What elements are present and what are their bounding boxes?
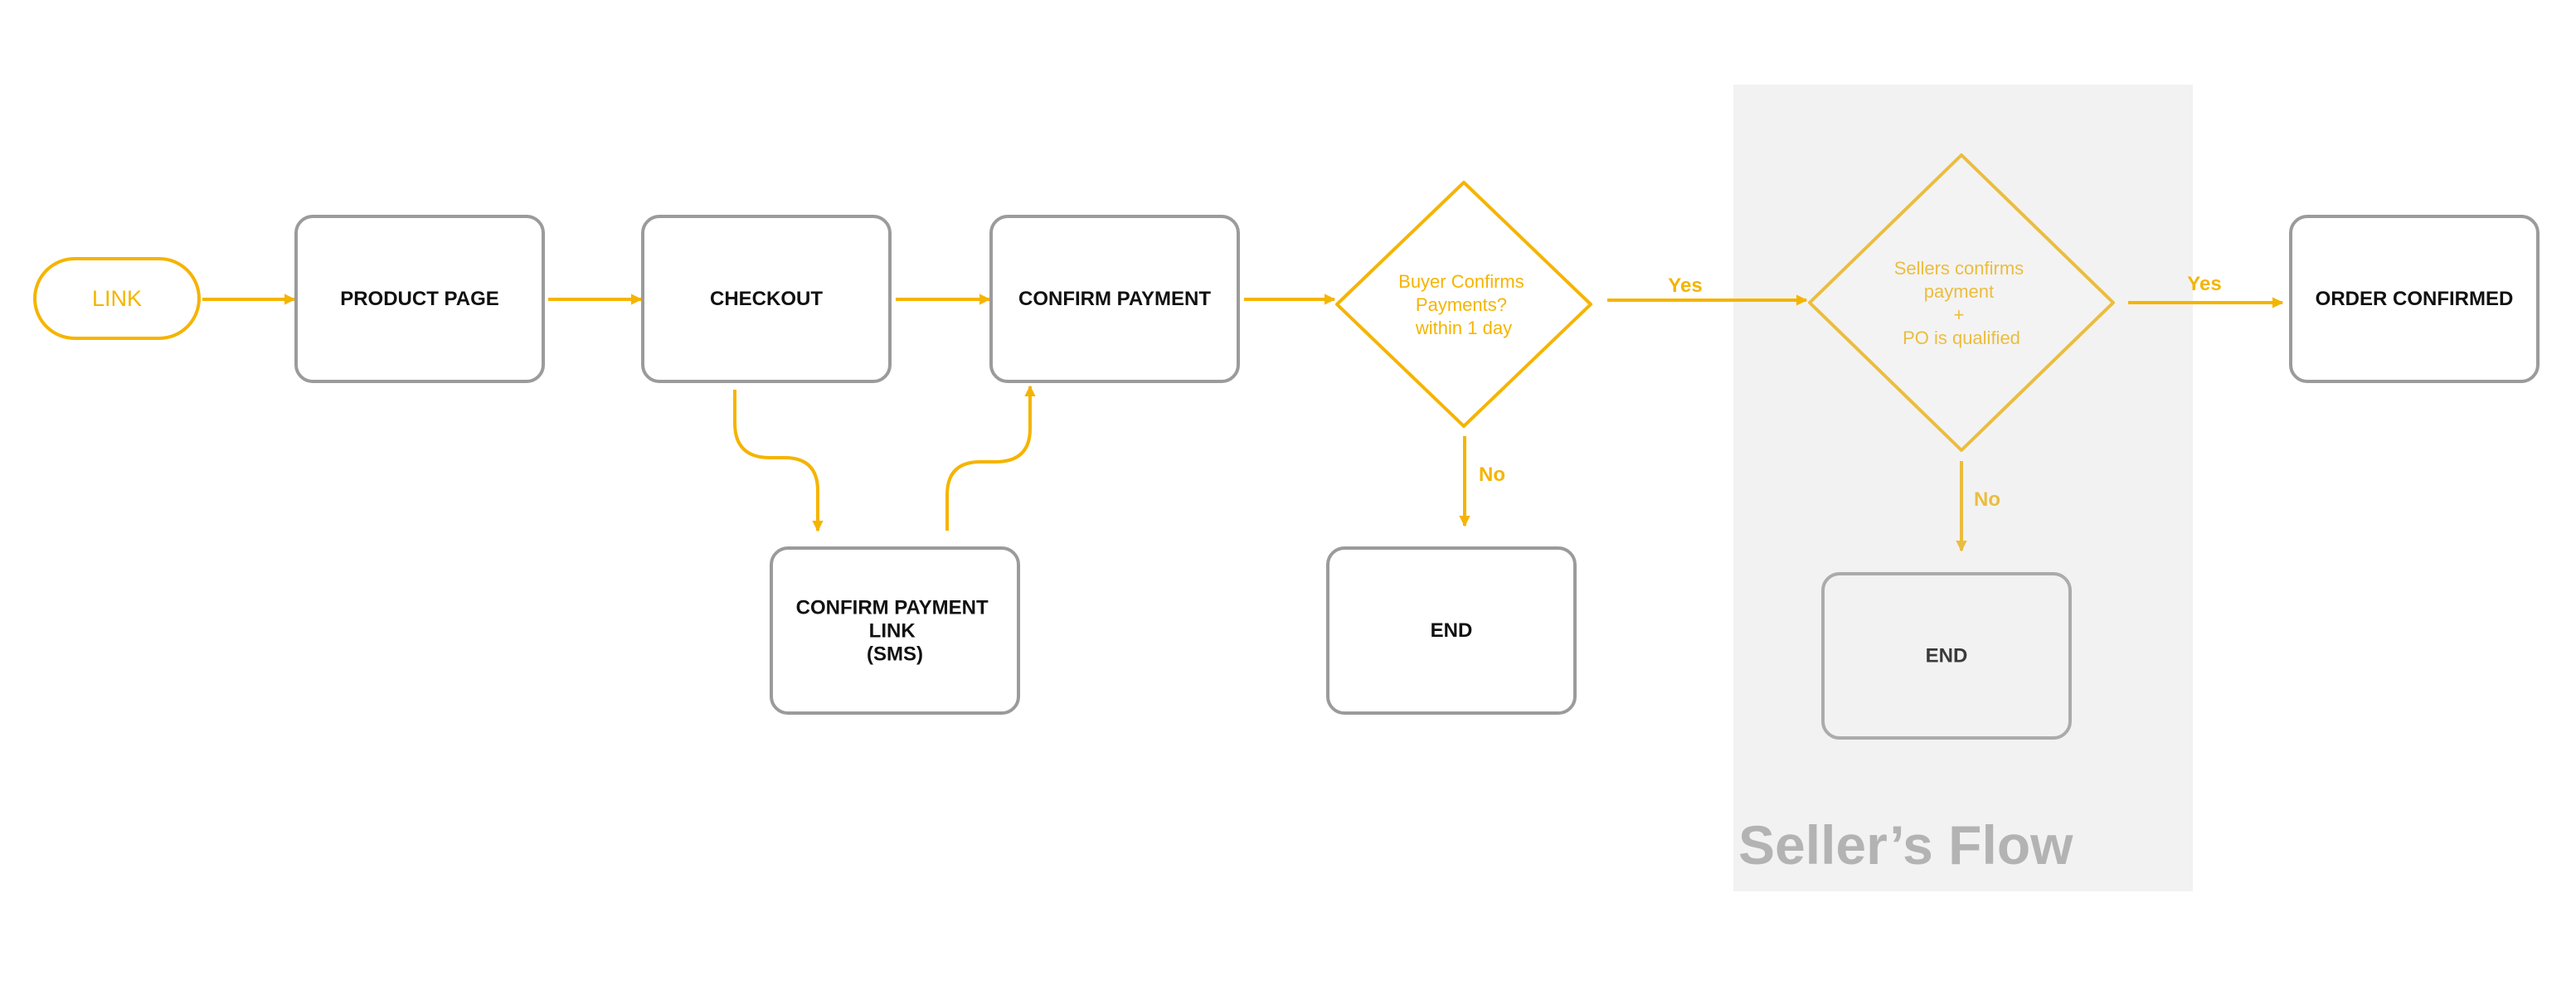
node-order-confirmed[interactable]: ORDER CONFIRMED bbox=[2289, 215, 2540, 383]
checkout-label: CHECKOUT bbox=[710, 288, 823, 310]
seller-decision-line-3: + bbox=[1954, 304, 1965, 325]
arrow-checkout-to-sms bbox=[733, 390, 824, 532]
confirm-payment-label: CONFIRM PAYMENT bbox=[1018, 288, 1211, 310]
arrow-sms-to-confirm bbox=[945, 385, 1036, 531]
node-checkout[interactable]: CHECKOUT bbox=[641, 215, 892, 383]
sellers-flow-title: Seller’s Flow bbox=[1738, 814, 2073, 876]
link-label: LINK bbox=[92, 286, 142, 311]
product-page-label: PRODUCT PAGE bbox=[340, 288, 499, 310]
flowchart-canvas: Seller’s Flow LINK PRODUCT PAGE CHECKOUT… bbox=[33, 85, 2540, 891]
order-confirmed-label: ORDER CONFIRMED bbox=[2316, 288, 2514, 310]
seller-decision-line-2: payment bbox=[1924, 281, 1994, 302]
edge-label-buyer-yes: Yes bbox=[1668, 274, 1702, 297]
end-buyer-label: END bbox=[1431, 619, 1473, 642]
confirm-payment-link-line-1: CONFIRM PAYMENT bbox=[796, 597, 989, 619]
buyer-decision-label: Buyer Confirms Payments? within 1 day bbox=[1398, 271, 1529, 338]
node-confirm-payment-link-sms[interactable]: CONFIRM PAYMENT LINK (SMS) bbox=[770, 546, 1020, 715]
edge-label-buyer-no: No bbox=[1479, 464, 1505, 486]
seller-decision-line-4: PO is qualified bbox=[1903, 328, 2020, 348]
confirm-payment-link-line-2: LINK bbox=[869, 620, 916, 643]
buyer-decision-line-3: within 1 day bbox=[1415, 318, 1512, 338]
buyer-decision-line-1: Buyer Confirms bbox=[1398, 271, 1524, 292]
node-product-page[interactable]: PRODUCT PAGE bbox=[294, 215, 545, 383]
node-end-seller[interactable]: END bbox=[1821, 572, 2072, 740]
confirm-payment-link-line-3: (SMS) bbox=[867, 643, 923, 666]
seller-decision-line-1: Sellers confirms bbox=[1894, 258, 2024, 279]
node-buyer-decision[interactable]: Buyer Confirms Payments? within 1 day bbox=[1335, 181, 1592, 428]
node-end-buyer[interactable]: END bbox=[1326, 546, 1577, 715]
end-seller-label: END bbox=[1926, 645, 1968, 667]
node-link-start[interactable]: LINK bbox=[33, 257, 201, 340]
node-confirm-payment[interactable]: CONFIRM PAYMENT bbox=[989, 215, 1240, 383]
edge-label-seller-no: No bbox=[1974, 488, 2000, 511]
edge-label-seller-yes: Yes bbox=[2187, 273, 2221, 295]
buyer-decision-line-2: Payments? bbox=[1416, 294, 1507, 315]
